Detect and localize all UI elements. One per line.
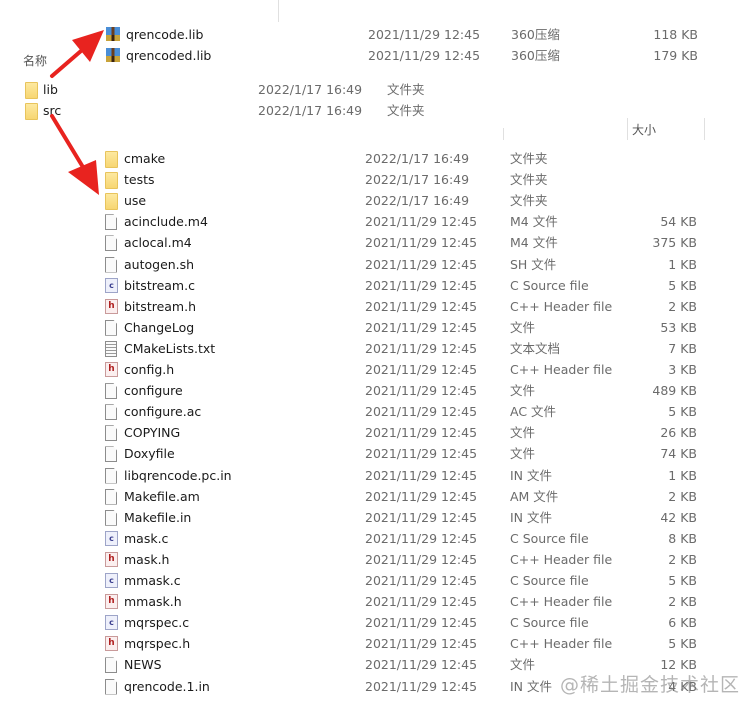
arrow-src-to-files [50,114,99,195]
annotation-arrows [50,30,104,195]
watermark: @稀土掘金技术社区 [560,674,740,696]
arrow-lib-to-files [50,30,104,78]
